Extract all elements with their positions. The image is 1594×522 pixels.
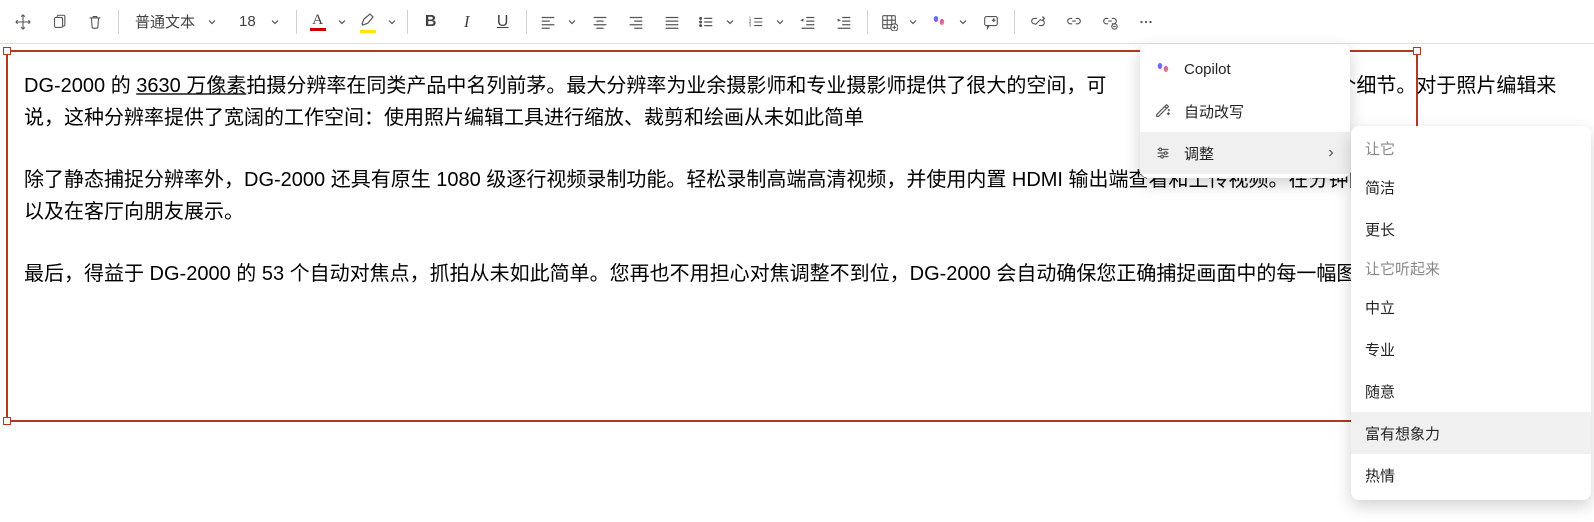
chevron-down-icon [270,17,280,27]
insert-table-button[interactable] [874,6,904,38]
copy-icon[interactable] [42,6,76,38]
highlight-swatch [360,30,376,33]
menu-label: 调整 [1184,143,1214,164]
copilot-dropdown[interactable] [954,17,972,27]
menu-label: 自动改写 [1184,101,1244,122]
chevron-right-icon [1326,148,1336,158]
align-dropdown[interactable] [563,17,581,27]
copilot-button[interactable] [924,6,954,38]
separator [118,10,119,34]
copilot-context-menu: Copilot 自动改写 调整 [1140,44,1350,178]
insert-table-dropdown[interactable] [904,17,922,27]
menu-item-concise[interactable]: 简洁 [1351,166,1591,208]
menu-label: 热情 [1365,465,1395,486]
bullet-list-dropdown[interactable] [721,17,739,27]
font-color-button[interactable]: A [303,6,333,38]
bullet-list-button[interactable] [691,6,721,38]
align-center-button[interactable] [583,6,617,38]
menu-item-copilot[interactable]: Copilot [1140,48,1350,90]
submenu-header-make-it: 让它 [1351,130,1591,166]
align-left-button[interactable] [533,6,563,38]
submenu-header-sound-like: 让它听起来 [1351,250,1591,286]
link-button[interactable] [1057,6,1091,38]
resize-handle-tl[interactable] [3,47,11,55]
menu-item-auto-rewrite[interactable]: 自动改写 [1140,90,1350,132]
highlight-button[interactable] [353,6,383,38]
font-color-swatch [310,28,326,31]
menu-label: 让它 [1365,138,1395,159]
numbered-list-dropdown[interactable] [771,17,789,27]
highlight-dropdown[interactable] [383,17,401,27]
comment-button[interactable] [974,6,1008,38]
menu-label: 更长 [1365,219,1395,240]
separator [407,10,408,34]
separator [526,10,527,34]
separator [1014,10,1015,34]
align-justify-button[interactable] [655,6,689,38]
svg-text:3: 3 [749,22,752,27]
separator [867,10,868,34]
chevron-down-icon [207,17,217,27]
menu-item-neutral[interactable]: 中立 [1351,286,1591,328]
menu-label: 专业 [1365,339,1395,360]
menu-label: 随意 [1365,381,1395,402]
indent-button[interactable] [827,6,861,38]
more-options-button[interactable] [1129,6,1163,38]
style-select[interactable]: 普通文本 [125,6,227,38]
align-right-button[interactable] [619,6,653,38]
menu-item-longer[interactable]: 更长 [1351,208,1591,250]
menu-label: 简洁 [1365,177,1395,198]
convert-link-button[interactable] [1021,6,1055,38]
font-color-dropdown[interactable] [333,17,351,27]
separator [296,10,297,34]
adjust-submenu: 让它 简洁 更长 让它听起来 中立 专业 随意 富有想象力 热情 [1351,126,1591,500]
menu-item-imaginative[interactable]: 富有想象力 [1351,412,1591,454]
delete-icon[interactable] [78,6,112,38]
numbered-list-button[interactable]: 123 [741,6,771,38]
italic-button[interactable]: I [450,6,484,38]
underline-button[interactable]: U [486,6,520,38]
font-size-select[interactable]: 18 [229,6,290,38]
paragraph-3[interactable]: 最后，得益于 DG-2000 的 53 个自动对焦点，抓拍从未如此简单。您再也不… [24,258,1558,290]
unlink-button[interactable] [1093,6,1127,38]
menu-label: 让它听起来 [1365,258,1440,279]
font-size-value: 18 [239,13,256,30]
menu-item-enthusiastic[interactable]: 热情 [1351,454,1591,496]
style-label: 普通文本 [135,11,195,32]
menu-item-adjust[interactable]: 调整 [1140,132,1350,174]
resize-handle-bl[interactable] [3,417,11,425]
menu-label: 富有想象力 [1365,423,1440,444]
move-icon[interactable] [6,6,40,38]
resize-handle-tr[interactable] [1413,47,1421,55]
bold-button[interactable]: B [414,6,448,38]
menu-label: Copilot [1184,61,1231,78]
menu-item-professional[interactable]: 专业 [1351,328,1591,370]
toolbar: 普通文本 18 A B I U 123 [0,0,1594,44]
menu-label: 中立 [1365,297,1395,318]
outdent-button[interactable] [791,6,825,38]
menu-item-casual[interactable]: 随意 [1351,370,1591,412]
